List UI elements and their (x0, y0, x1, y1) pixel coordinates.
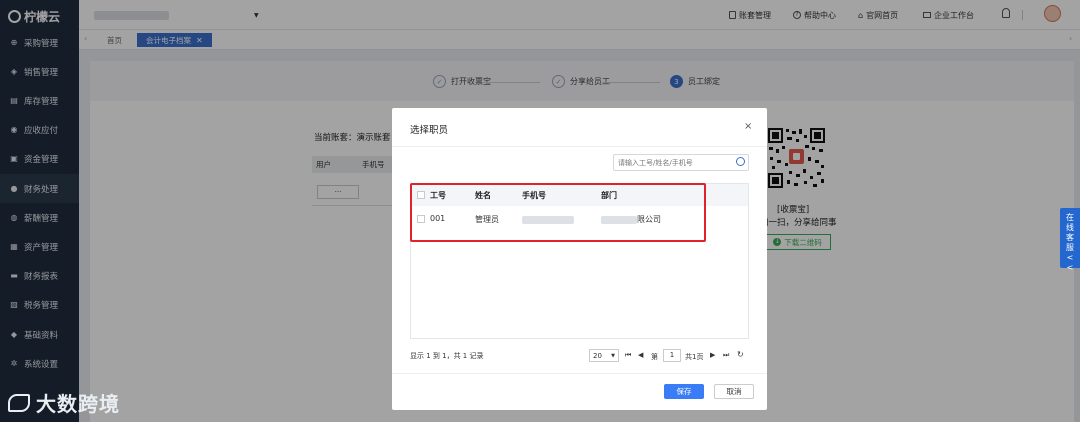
page-size-select[interactable]: 20 ▼ (589, 349, 619, 362)
watermark: 大数跨境 (8, 388, 120, 417)
online-service-label: 在线客服<< (1066, 213, 1074, 272)
page-total: 共1页 (685, 353, 704, 361)
prev-page-icon[interactable]: ◀ (638, 351, 643, 359)
search-box[interactable] (613, 154, 749, 171)
page-prefix: 第 (651, 353, 658, 361)
dialog-header-divider (392, 146, 767, 147)
refresh-icon[interactable]: ↻ (737, 350, 744, 359)
chevron-down-icon: ▼ (611, 352, 615, 359)
close-icon[interactable]: × (744, 121, 752, 132)
highlight-box (410, 183, 706, 242)
search-input[interactable] (618, 157, 728, 168)
watermark-text: 大数跨境 (36, 392, 120, 416)
watermark-logo-icon (8, 393, 30, 412)
pagination-summary: 显示 1 到 1，共 1 记录 (410, 352, 484, 360)
next-page-icon[interactable]: ▶ (710, 351, 715, 359)
cancel-button[interactable]: 取消 (714, 384, 754, 399)
select-employee-dialog: 选择职员 × 工号 姓名 手机号 部门 001 管理员 限公司 显示 1 到 1… (392, 108, 767, 410)
page-input[interactable]: 1 (663, 349, 681, 362)
dialog-title: 选择职员 (410, 125, 449, 136)
last-page-icon[interactable]: ⏭ (723, 351, 729, 360)
first-page-icon[interactable]: ⏮ (625, 351, 631, 360)
dialog-footer-divider (392, 373, 767, 374)
online-service-tab[interactable]: 在线客服<< (1060, 208, 1080, 272)
search-icon[interactable] (736, 157, 745, 166)
save-button[interactable]: 保存 (664, 384, 704, 399)
